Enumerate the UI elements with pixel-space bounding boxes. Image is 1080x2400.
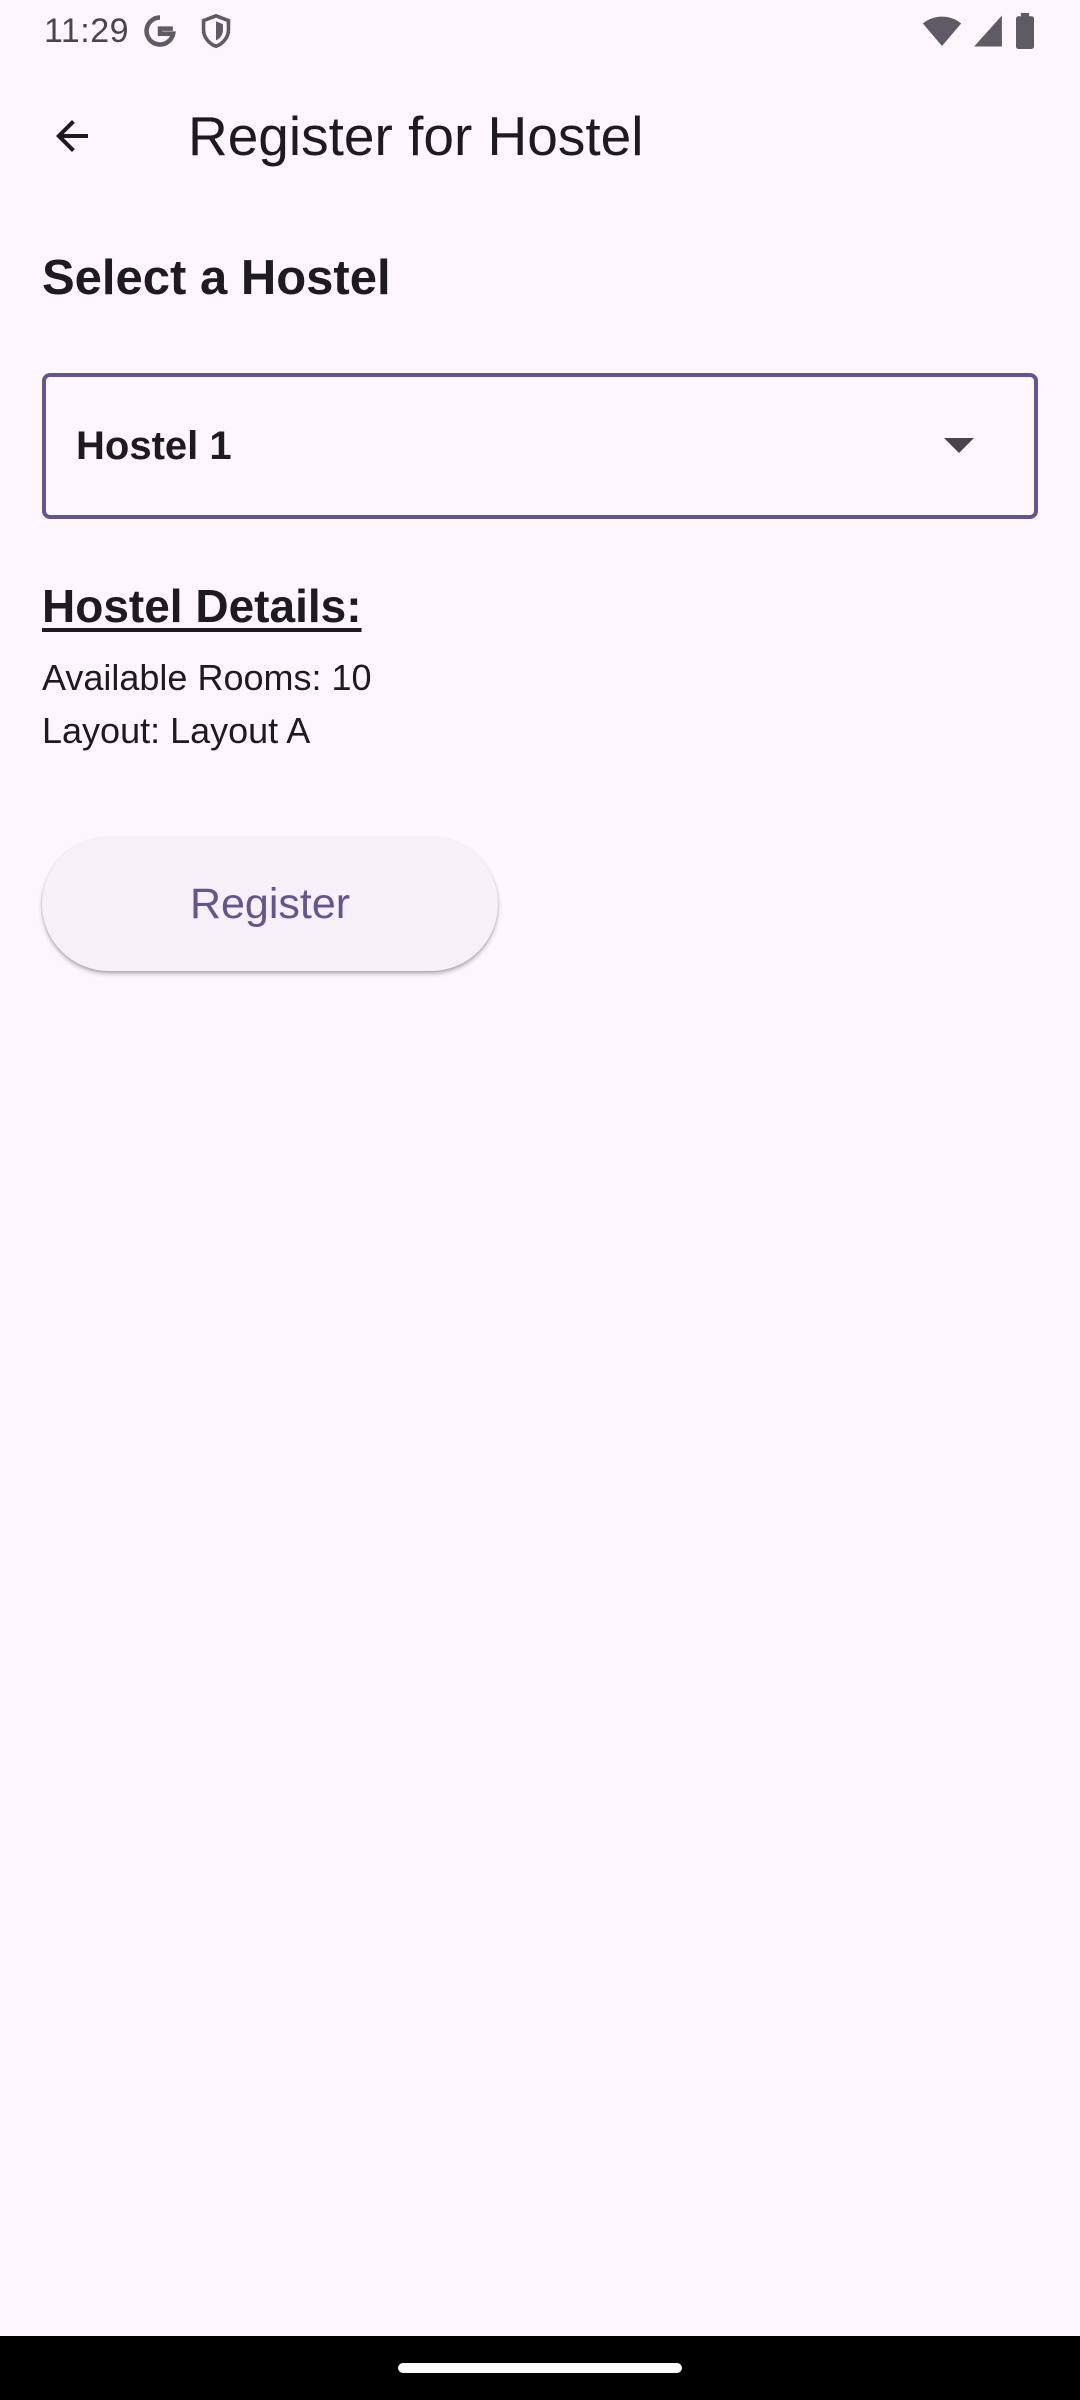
- status-bar: 11:29: [0, 0, 1080, 62]
- home-indicator[interactable]: [398, 2363, 682, 2373]
- cellular-signal-icon: [974, 15, 1002, 47]
- dropdown-arrow-icon: [944, 438, 974, 453]
- status-notification-icons: [143, 13, 233, 49]
- arrow-back-icon: [56, 120, 88, 152]
- hostel-details-title: Hostel Details:: [42, 580, 362, 632]
- battery-icon: [1016, 13, 1034, 49]
- layout-text: Layout: Layout A: [42, 710, 311, 751]
- navigation-bar: [0, 2336, 1080, 2400]
- hostel-details: Available Rooms: 10 Layout: Layout A: [42, 651, 1038, 757]
- status-time: 11:29: [44, 11, 130, 50]
- page-title: Register for Hostel: [188, 105, 644, 167]
- available-rooms-text: Available Rooms: 10: [42, 657, 372, 698]
- wifi-icon: [922, 16, 962, 46]
- register-button[interactable]: Register: [42, 837, 498, 971]
- back-button[interactable]: [24, 88, 120, 184]
- shield-icon: [201, 13, 231, 49]
- app-bar: Register for Hostel: [0, 62, 1080, 210]
- hostel-dropdown[interactable]: Hostel 1: [42, 373, 1038, 519]
- google-icon: [144, 15, 177, 47]
- hostel-dropdown-value: Hostel 1: [76, 423, 232, 468]
- main-content: Select a Hostel Hostel 1 Hostel Details:…: [42, 250, 1038, 971]
- section-title: Select a Hostel: [42, 251, 391, 305]
- status-system-icons: [922, 13, 1036, 49]
